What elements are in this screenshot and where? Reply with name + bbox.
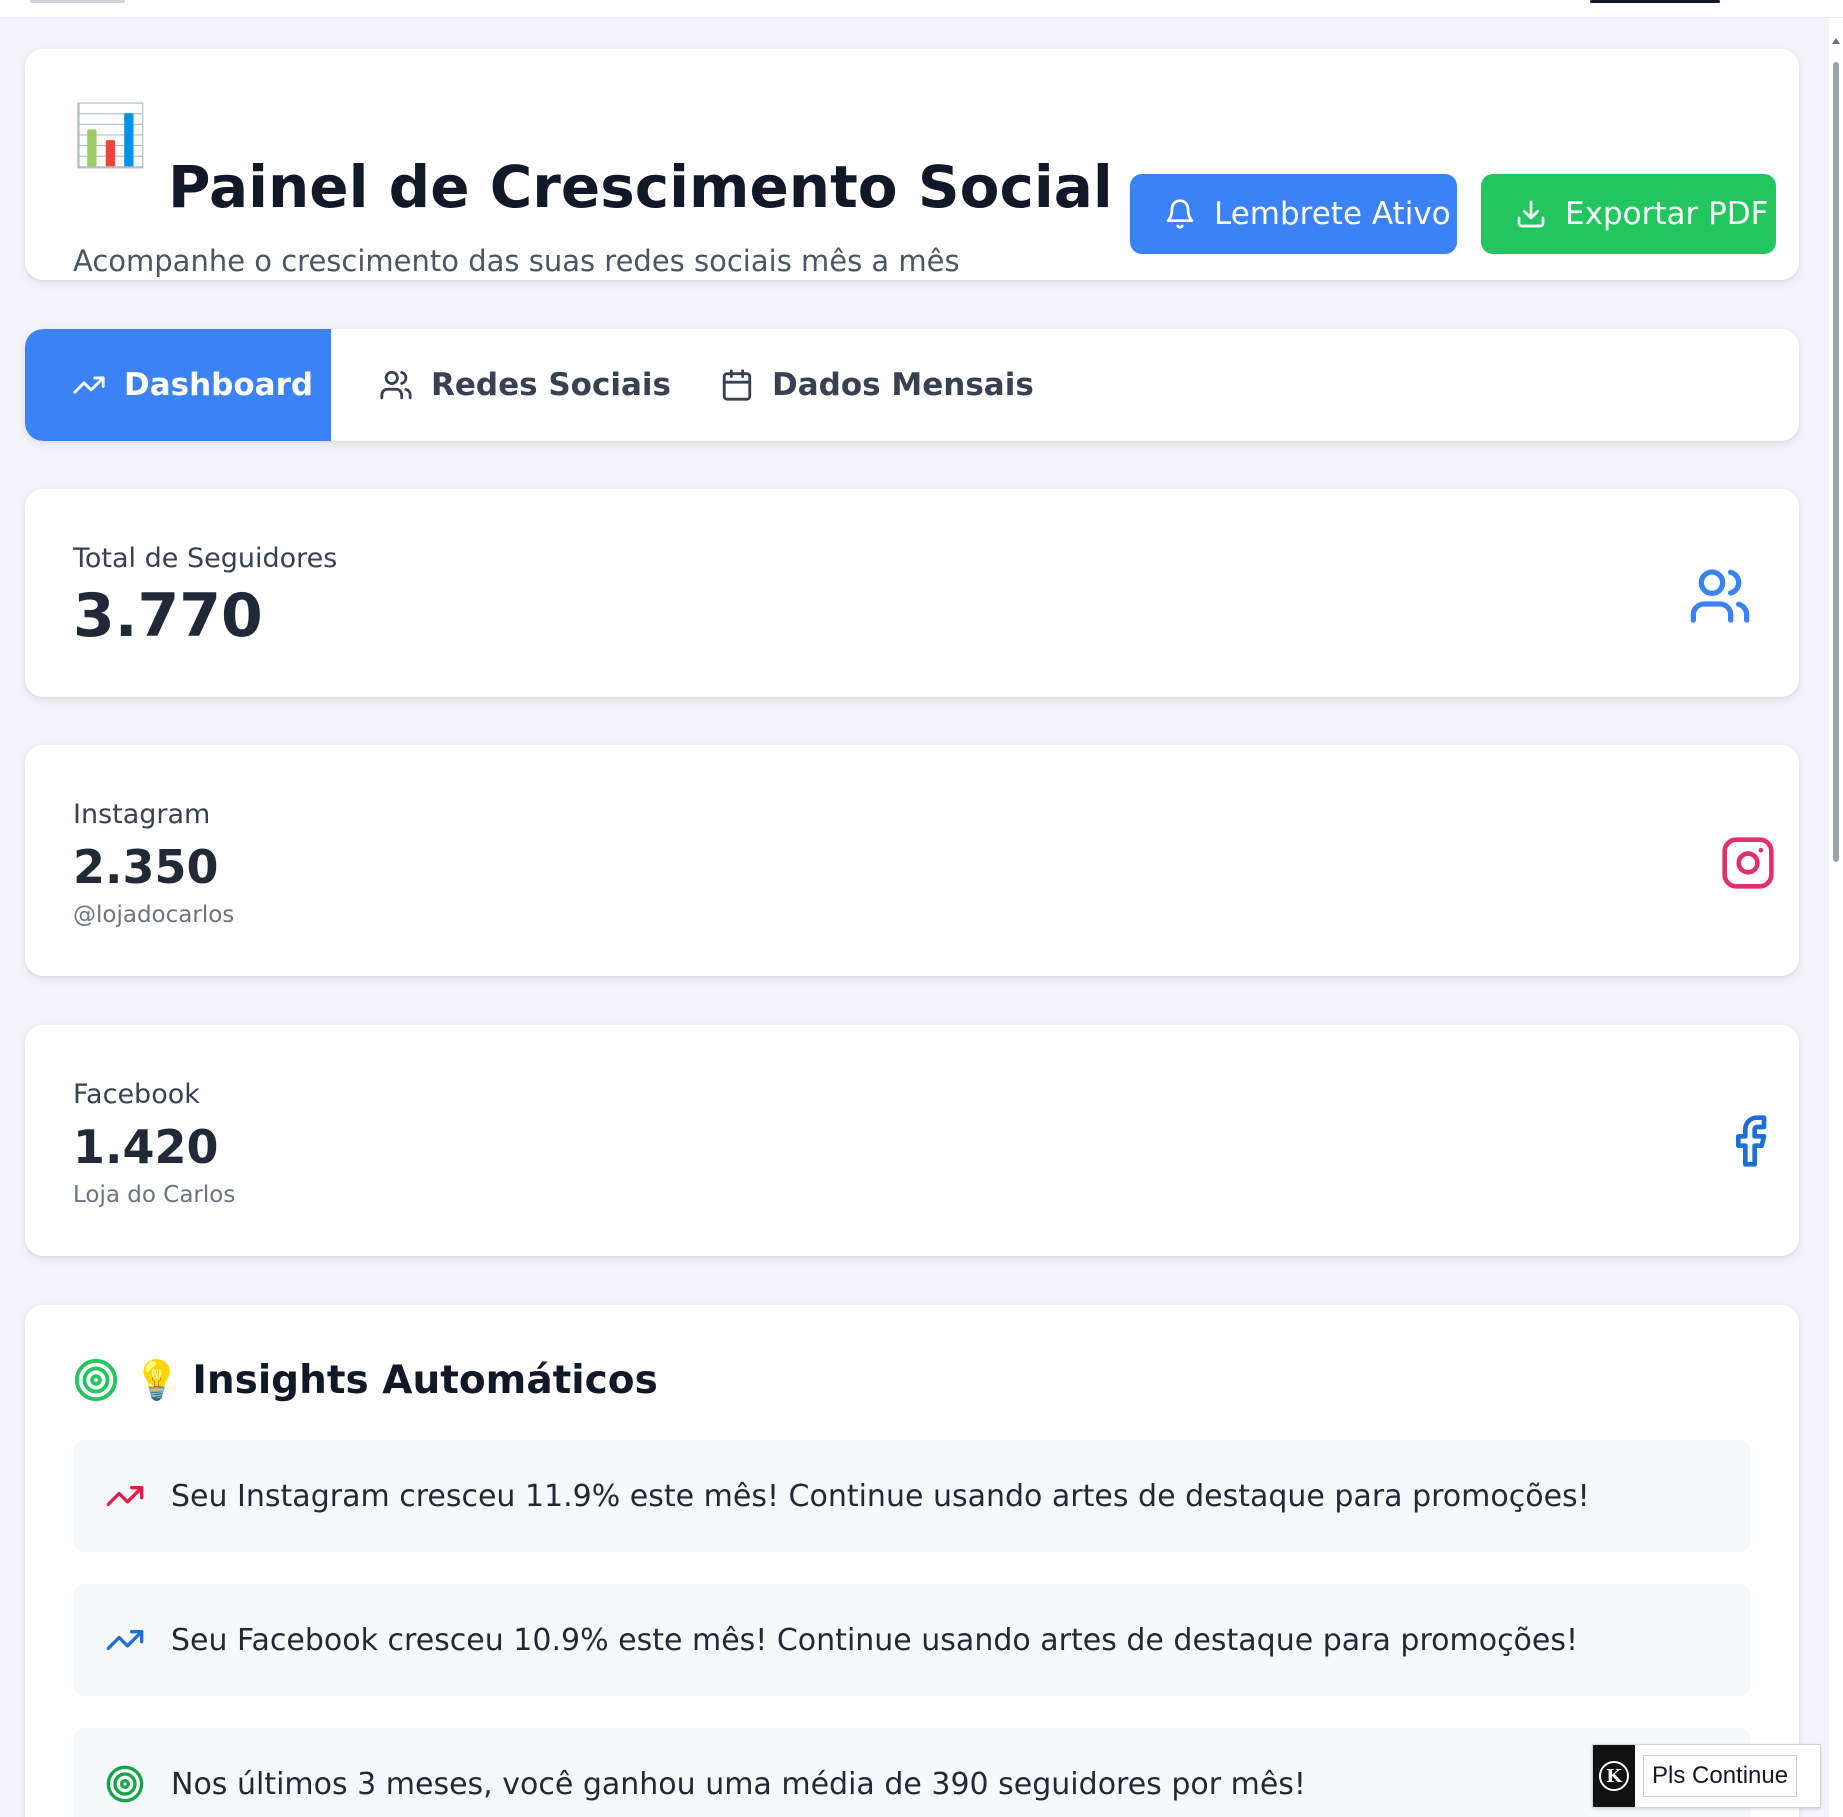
insights-card: 💡 Insights Automáticos Seu Instagram cre… [25,1305,1799,1817]
facebook-page-name: Loja do Carlos [73,1182,236,1208]
trending-up-icon [106,1486,144,1506]
trending-up-icon [73,376,105,394]
trending-up-icon [106,1630,144,1650]
stat-value: 1.420 [73,1120,219,1174]
tab-dados-mensais-label: Dados Mensais [772,367,1034,403]
page-scrollbar[interactable] [1829,18,1843,1817]
tab-redes-sociais-label: Redes Sociais [431,367,671,403]
facebook-icon [1736,1115,1767,1167]
tab-redes-sociais[interactable]: Redes Sociais [379,329,671,441]
stat-card-total-followers: Total de Seguidores 3.770 [25,489,1799,697]
insight-item: Nos últimos 3 meses, você ganhou uma méd… [73,1728,1751,1817]
tab-dashboard[interactable]: Dashboard [25,329,331,441]
insights-title: Insights Automáticos [192,1357,658,1403]
stat-value: 3.770 [73,581,263,651]
stat-card-instagram: Instagram 2.350 @lojadocarlos [25,745,1799,976]
users-icon [380,370,412,400]
insights-heading: 💡 Insights Automáticos [73,1357,658,1403]
page-title: Painel de Crescimento Social [168,153,1113,221]
insight-text: Nos últimos 3 meses, você ganhou uma méd… [171,1766,1306,1802]
scrollbar-thumb[interactable] [1833,62,1839,862]
stat-label: Instagram [73,799,211,830]
stat-label: Facebook [73,1079,200,1110]
insight-text: Seu Instagram cresceu 11.9% este mês! Co… [171,1478,1590,1514]
pls-continue-widget[interactable]: K Pls Continue [1592,1744,1821,1808]
download-icon [1517,200,1545,228]
bell-icon [1166,199,1194,229]
tab-bar: Dashboard Redes Sociais Dados Mensais [25,329,1799,441]
target-icon [74,1358,118,1402]
tab-dashboard-label: Dashboard [124,367,314,403]
stat-value: 2.350 [73,840,219,894]
scroll-up-arrow-icon[interactable] [1832,38,1840,44]
browser-top-strip [0,0,1843,18]
export-pdf-button[interactable]: Exportar PDF [1481,174,1776,254]
reminder-button-label: Lembrete Ativo [1214,196,1451,232]
top-strip-indicator [30,0,125,3]
light-bulb-icon: 💡 [133,1357,181,1402]
instagram-icon [1722,837,1774,889]
instagram-handle: @lojadocarlos [73,902,235,928]
calendar-icon [722,369,752,401]
k-logo-icon: K [1593,1745,1635,1807]
k-badge: K [1599,1761,1629,1791]
insight-item: Seu Instagram cresceu 11.9% este mês! Co… [73,1440,1751,1552]
bar-chart-emoji-icon: 📊 [73,101,148,171]
insight-text: Seu Facebook cresceu 10.9% este mês! Con… [171,1622,1579,1658]
users-icon [1690,569,1750,623]
tab-dados-mensais[interactable]: Dados Mensais [720,329,1034,441]
header-card: 📊 Painel de Crescimento Social Acompanhe… [25,49,1799,280]
page-subtitle: Acompanhe o crescimento das suas redes s… [73,244,960,278]
top-strip-indicator-dark [1590,0,1720,3]
pls-continue-button[interactable]: Pls Continue [1643,1755,1798,1797]
target-icon [106,1765,144,1803]
export-pdf-button-label: Exportar PDF [1565,196,1769,232]
stat-card-facebook: Facebook 1.420 Loja do Carlos [25,1025,1799,1256]
reminder-button[interactable]: Lembrete Ativo [1130,174,1457,254]
stat-label: Total de Seguidores [73,543,338,574]
insight-item: Seu Facebook cresceu 10.9% este mês! Con… [73,1584,1751,1696]
